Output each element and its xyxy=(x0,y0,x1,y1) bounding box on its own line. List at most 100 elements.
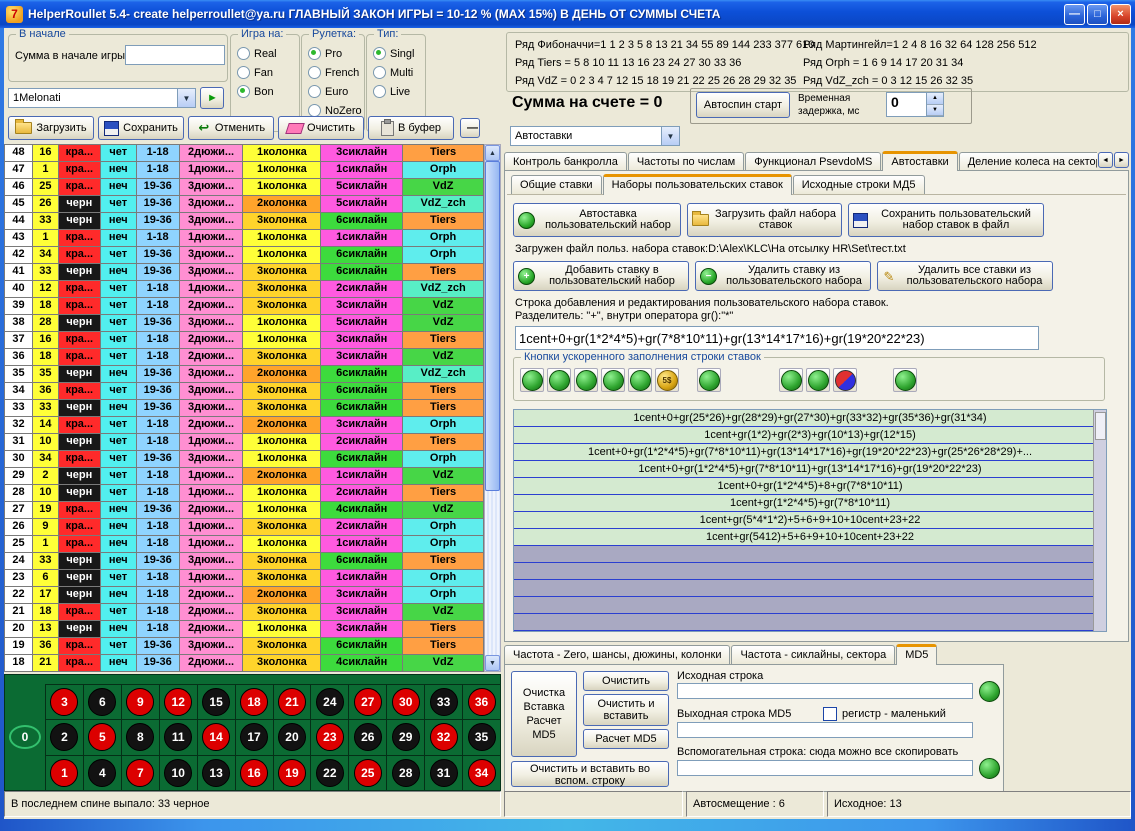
board-number[interactable]: 26 xyxy=(354,723,382,751)
radio-game-real[interactable]: Real xyxy=(237,44,299,63)
board-number[interactable]: 4 xyxy=(88,759,116,787)
source-copy-button[interactable] xyxy=(979,680,1001,702)
scroll-down-icon[interactable]: ▼ xyxy=(485,655,500,671)
radio-mode-live[interactable]: Live xyxy=(373,82,425,101)
board-number[interactable]: 14 xyxy=(202,723,230,751)
board-number[interactable]: 21 xyxy=(278,688,306,716)
tab-scroll-left-icon[interactable]: ◄ xyxy=(1098,152,1113,168)
toolbar-button[interactable]: ↩Отменить xyxy=(188,116,274,140)
sub-tab-2[interactable]: Исходные строки МД5 xyxy=(793,175,925,194)
toolbar-button[interactable]: Очистить xyxy=(278,116,364,140)
main-tab-1[interactable]: Частоты по числам xyxy=(628,152,744,171)
main-tab-2[interactable]: Функционал PsevdoMS xyxy=(745,152,881,171)
bet-list-item[interactable]: 1cent+0+gr(1*2*4*5)+gr(7*8*10*11)+gr(13*… xyxy=(514,461,1106,478)
radio-icon[interactable] xyxy=(373,66,386,79)
chevron-down-icon[interactable]: ▼ xyxy=(177,89,195,107)
board-number[interactable]: 33 xyxy=(430,688,458,716)
quick-fill-chip-button[interactable] xyxy=(833,368,857,392)
board-number[interactable]: 1 xyxy=(50,759,78,787)
radio-icon[interactable] xyxy=(237,47,250,60)
board-number[interactable]: 17 xyxy=(240,723,268,751)
close-button[interactable]: × xyxy=(1110,4,1131,25)
radio-game-fan[interactable]: Fan xyxy=(237,63,299,82)
quick-fill-chip-button[interactable] xyxy=(601,368,625,392)
board-zero[interactable]: 0 xyxy=(9,725,41,749)
radio-icon[interactable] xyxy=(308,66,321,79)
userbets-action-button[interactable]: +Добавить ставку в пользовательский набо… xyxy=(513,261,689,291)
board-number[interactable]: 6 xyxy=(88,688,116,716)
quick-fill-chip-button[interactable] xyxy=(520,368,544,392)
board-number[interactable]: 35 xyxy=(468,723,496,751)
bet-list-item[interactable]: 1cent+gr(5*4*1*2)+5+6+9+10+10cent+23+22 xyxy=(514,512,1106,529)
md5-tab-1[interactable]: Частота - сиклайны, сектора xyxy=(731,645,895,664)
spinner-down-icon[interactable]: ▼ xyxy=(927,105,943,117)
main-tab-3[interactable]: Автоставки xyxy=(882,151,957,171)
md5-clear-button[interactable]: Очистить xyxy=(583,671,669,691)
md5-output-input[interactable] xyxy=(677,722,973,738)
radio-wheel-euro[interactable]: Euro xyxy=(308,82,364,101)
start-sum-input[interactable] xyxy=(125,45,225,65)
bet-list-item[interactable]: 1cent+0+gr(1*2*4*5)+gr(7*8*10*11)+gr(13*… xyxy=(514,444,1106,461)
maximize-button[interactable]: □ xyxy=(1087,4,1108,25)
md5-tab-0[interactable]: Частота - Zero, шансы, дюжины, колонки xyxy=(504,645,730,664)
toolbar-button[interactable]: Загрузить xyxy=(8,116,94,140)
board-number[interactable]: 22 xyxy=(316,759,344,787)
bet-list-item[interactable]: 1cent+gr(1*2)+gr(2*3)+gr(10*13)+gr(12*15… xyxy=(514,427,1106,444)
scroll-up-icon[interactable]: ▲ xyxy=(485,145,500,161)
board-number[interactable]: 36 xyxy=(468,688,496,716)
sub-tab-0[interactable]: Общие ставки xyxy=(511,175,602,194)
quick-fill-chip-button[interactable] xyxy=(806,368,830,392)
radio-mode-singl[interactable]: Singl xyxy=(373,44,425,63)
radio-icon[interactable] xyxy=(308,47,321,60)
md5-tab-2[interactable]: MD5 xyxy=(896,644,937,665)
board-number[interactable]: 12 xyxy=(164,688,192,716)
autospin-start-button[interactable]: Автоспин старт xyxy=(696,92,790,118)
helper-string-input[interactable] xyxy=(677,760,973,776)
board-number[interactable]: 20 xyxy=(278,723,306,751)
collapse-button[interactable]: — xyxy=(460,118,480,138)
quick-fill-chip-button[interactable] xyxy=(779,368,803,392)
radio-icon[interactable] xyxy=(373,85,386,98)
board-number[interactable]: 25 xyxy=(354,759,382,787)
delay-spinner[interactable]: 0 ▲ ▼ xyxy=(886,92,944,117)
helper-copy-button[interactable] xyxy=(979,757,1001,779)
play-button[interactable]: ► xyxy=(200,87,224,109)
radio-wheel-french[interactable]: French xyxy=(308,63,364,82)
quick-fill-chip-button[interactable] xyxy=(628,368,652,392)
board-number[interactable]: 34 xyxy=(468,759,496,787)
quick-fill-chip-button[interactable] xyxy=(697,368,721,392)
userbets-action-button[interactable]: Автоставка пользовательский набор xyxy=(513,203,681,237)
userbets-action-button[interactable]: Загрузить файл набора ставок xyxy=(687,203,842,237)
history-scrollbar[interactable]: ▲ ▼ xyxy=(484,144,501,672)
md5-clear-insert-button[interactable]: Очистить и вставить xyxy=(583,694,669,726)
board-number[interactable]: 7 xyxy=(126,759,154,787)
radio-wheel-pro[interactable]: Pro xyxy=(308,44,364,63)
radio-icon[interactable] xyxy=(237,85,250,98)
board-number[interactable]: 8 xyxy=(126,723,154,751)
userbets-action-button[interactable]: Сохранить пользовательский набор ставок … xyxy=(848,203,1044,237)
board-number[interactable]: 19 xyxy=(278,759,306,787)
radio-icon[interactable] xyxy=(308,85,321,98)
radio-icon[interactable] xyxy=(373,47,386,60)
sub-tab-1[interactable]: Наборы пользовательских ставок xyxy=(603,174,792,195)
board-number[interactable]: 27 xyxy=(354,688,382,716)
board-number[interactable]: 29 xyxy=(392,723,420,751)
scrollbar-thumb[interactable] xyxy=(485,161,500,491)
board-number[interactable]: 5 xyxy=(88,723,116,751)
list-scrollbar[interactable] xyxy=(1093,410,1106,631)
board-number[interactable]: 2 xyxy=(50,723,78,751)
radio-icon[interactable] xyxy=(237,66,250,79)
bet-list-item[interactable]: 1cent+0+gr(1*2*4*5)+8+gr(7*8*10*11) xyxy=(514,478,1106,495)
bet-list-item[interactable]: 1cent+0+gr(25*26)+gr(28*29)+gr(27*30)+gr… xyxy=(514,410,1106,427)
board-number[interactable]: 13 xyxy=(202,759,230,787)
board-number[interactable]: 15 xyxy=(202,688,230,716)
bet-string-input[interactable] xyxy=(515,326,1039,350)
md5-clear-insert-helper-button[interactable]: Очистить и вставить во вспом. строку xyxy=(511,761,669,787)
tab-scroll-right-icon[interactable]: ► xyxy=(1114,152,1129,168)
board-number[interactable]: 3 xyxy=(50,688,78,716)
minimize-button[interactable]: — xyxy=(1064,4,1085,25)
board-number[interactable]: 10 xyxy=(164,759,192,787)
toolbar-button[interactable]: Сохранить xyxy=(98,116,184,140)
radio-mode-multi[interactable]: Multi xyxy=(373,63,425,82)
radio-game-bon[interactable]: Bon xyxy=(237,82,299,101)
